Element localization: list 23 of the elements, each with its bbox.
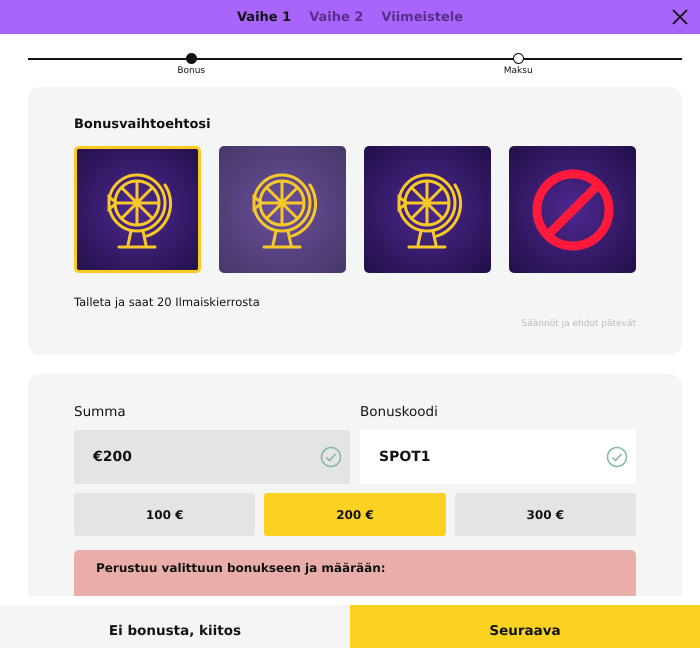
bonus-option[interactable] xyxy=(364,146,491,273)
input-field[interactable]: €200 xyxy=(74,430,350,484)
section-title: Bonusvaihtoehtosi xyxy=(74,117,212,132)
prohibited-icon xyxy=(530,166,616,252)
field-label: Summa xyxy=(74,404,127,420)
amount-option[interactable]: 100 € xyxy=(74,493,256,536)
next-button[interactable]: Seuraava xyxy=(350,605,700,648)
amount-option[interactable]: 200 € xyxy=(264,493,446,536)
field-label: Bonuskoodi xyxy=(360,404,439,420)
input-field[interactable]: SPOT1 xyxy=(360,430,636,484)
step-label: Maksu xyxy=(504,66,533,76)
close-button[interactable] xyxy=(672,9,688,25)
decline-button[interactable]: Ei bonusta, kiitos xyxy=(0,605,350,648)
step-label: Bonus xyxy=(177,66,206,76)
amount-option[interactable]: 300 € xyxy=(454,493,636,536)
bonus-option[interactable] xyxy=(509,146,636,273)
notice-text: Perustuu valittuun bonukseen ja määrään: xyxy=(96,561,386,575)
bonus-description: Talleta ja saat 20 Ilmaiskierrosta xyxy=(74,295,261,309)
close-icon xyxy=(672,9,688,25)
bonus-option[interactable] xyxy=(219,146,346,273)
step-tab[interactable]: Vaihe 1 xyxy=(236,10,292,24)
bonus-option[interactable] xyxy=(74,146,201,273)
terms-text: Säännöt ja ehdot pätevät xyxy=(520,319,636,329)
